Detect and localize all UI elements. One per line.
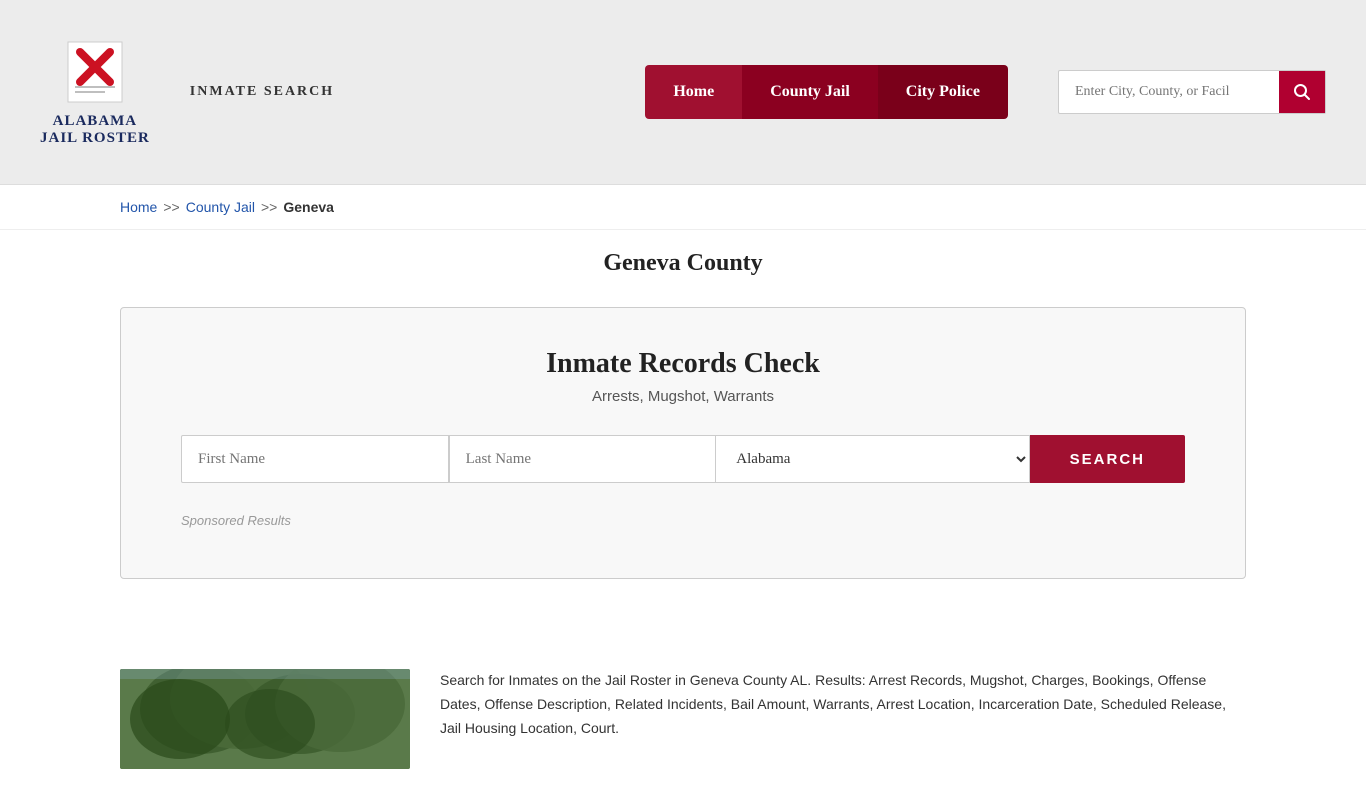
header-search-area xyxy=(1058,70,1326,114)
logo-line1: ALABAMA xyxy=(40,113,150,130)
inmate-search-form: AlabamaAlaskaArizonaArkansasCaliforniaCo… xyxy=(181,435,1185,483)
site-logo[interactable]: ALABAMA JAIL ROSTER xyxy=(40,37,150,147)
header-search-input[interactable] xyxy=(1059,72,1279,112)
search-icon xyxy=(1293,83,1311,101)
logo-line2: JAIL ROSTER xyxy=(40,130,150,147)
records-subtitle: Arrests, Mugshot, Warrants xyxy=(181,388,1185,405)
main-content: Geneva County Inmate Records Check Arres… xyxy=(0,230,1366,649)
breadcrumb-county-jail[interactable]: County Jail xyxy=(186,199,255,215)
sponsored-label: Sponsored Results xyxy=(181,513,1185,528)
main-nav: Home County Jail City Police xyxy=(645,65,1008,119)
nav-county-jail-button[interactable]: County Jail xyxy=(742,65,878,119)
site-header: ALABAMA JAIL ROSTER INMATE SEARCH Home C… xyxy=(0,0,1366,185)
nav-city-police-button[interactable]: City Police xyxy=(878,65,1008,119)
search-button[interactable]: SEARCH xyxy=(1030,435,1185,483)
state-select[interactable]: AlabamaAlaskaArizonaArkansasCaliforniaCo… xyxy=(716,435,1029,483)
page-title: Geneva County xyxy=(120,250,1246,277)
bottom-section: Search for Inmates on the Jail Roster in… xyxy=(0,649,1366,799)
logo-icon xyxy=(60,37,130,107)
breadcrumb-bar: Home >> County Jail >> Geneva xyxy=(0,185,1366,230)
location-image xyxy=(120,669,410,769)
breadcrumb: Home >> County Jail >> Geneva xyxy=(120,199,1246,215)
records-title: Inmate Records Check xyxy=(181,348,1185,380)
tree-illustration xyxy=(120,669,410,769)
breadcrumb-home[interactable]: Home xyxy=(120,199,157,215)
first-name-input[interactable] xyxy=(181,435,449,483)
nav-home-button[interactable]: Home xyxy=(645,65,742,119)
breadcrumb-current: Geneva xyxy=(283,199,334,215)
bottom-description: Search for Inmates on the Jail Roster in… xyxy=(440,669,1246,769)
records-check-box: Inmate Records Check Arrests, Mugshot, W… xyxy=(120,307,1246,579)
inmate-search-label: INMATE SEARCH xyxy=(190,84,334,100)
breadcrumb-sep-1: >> xyxy=(163,199,179,215)
breadcrumb-sep-2: >> xyxy=(261,199,277,215)
header-search-button[interactable] xyxy=(1279,71,1325,113)
logo-text: ALABAMA JAIL ROSTER xyxy=(40,113,150,147)
last-name-input[interactable] xyxy=(449,435,717,483)
